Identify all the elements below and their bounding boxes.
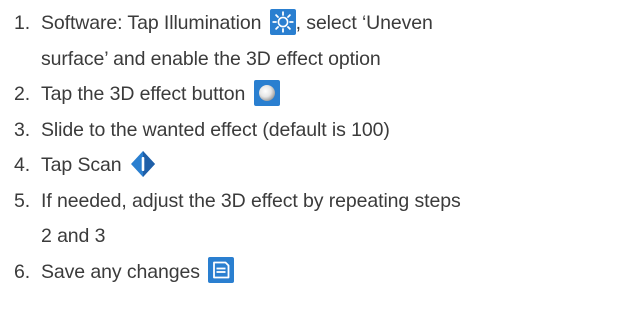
step-number: 3. [14,118,31,141]
step-4: 4. Tap Scan [14,148,614,184]
step-text-after-icon: , select ‘Uneven [295,12,433,34]
step-text: Software: Tap Illumination [41,12,262,34]
step-6: 6. Save any changes [14,255,614,291]
illumination-sun-icon [269,8,296,35]
step-text: Tap the 3D effect button [41,83,246,105]
step-text: Slide to the wanted effect (default is 1… [41,118,390,141]
instruction-steps: 1. Software: Tap Illumination , select ‘… [14,6,614,290]
scan-diamond-icon [130,150,156,178]
step-number: 5. [14,189,31,212]
step-number: 6. [14,260,31,283]
step-2: 2. Tap the 3D effect button [14,77,614,113]
step-1: 1. Software: Tap Illumination , select ‘… [14,6,614,77]
step-3: 3. Slide to the wanted effect (default i… [14,113,614,149]
step-number: 2. [14,83,31,105]
3d-effect-sphere-icon [253,79,280,106]
step-text-continuation: 2 and 3 [41,225,106,247]
save-icon [208,257,235,284]
step-number: 4. [14,154,31,176]
step-number: 1. [14,12,31,34]
step-text: If needed, adjust the 3D effect by repea… [41,189,461,212]
step-text: Save any changes [41,260,200,283]
step-5: 5. If needed, adjust the 3D effect by re… [14,184,614,255]
step-text: Tap Scan [41,154,122,176]
step-text-continuation: surface’ and enable the 3D effect option [41,47,381,70]
